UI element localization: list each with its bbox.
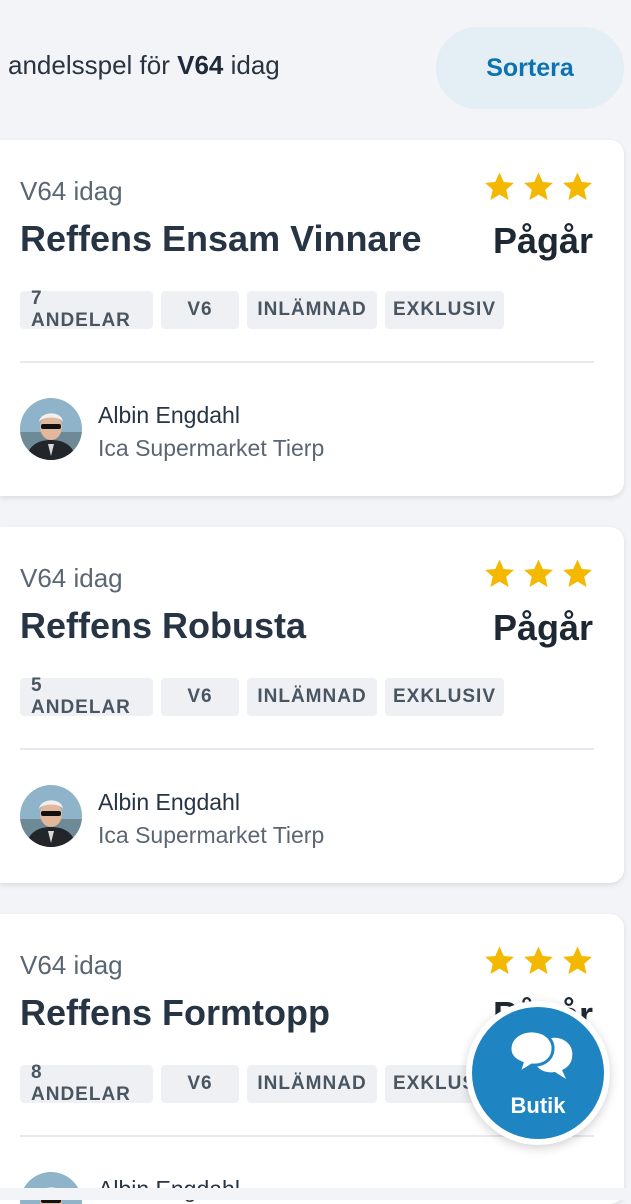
tag-exclusive: EXKLUSIV (385, 291, 504, 329)
sort-button[interactable]: Sortera (436, 27, 624, 109)
star-icon (524, 946, 553, 974)
rating-stars (483, 944, 594, 977)
card-title: Reffens Robusta (20, 605, 307, 646)
card-game: V64 idag (20, 176, 123, 206)
syndicate-card[interactable]: V64 idag Reffens Robusta Pågår 5 ANDELAR… (0, 527, 624, 883)
header-game: V64 (177, 50, 224, 80)
tag-shares: 5 ANDELAR (20, 675, 153, 718)
tag-list: 7 ANDELAR V6 INLÄMNAD EXKLUSIV (20, 288, 504, 331)
person-name: Albin Engdahl (98, 402, 240, 428)
chat-bubbles-icon (508, 1029, 573, 1079)
person-store: Ica Supermarket Tierp (98, 822, 325, 848)
rating-stars (483, 557, 594, 590)
tag-submitted: INLÄMNAD (247, 678, 377, 716)
header-suffix: idag (223, 50, 280, 80)
card-status: Pågår (492, 607, 593, 648)
star-icon (563, 172, 592, 200)
page-header: andelsspel för V64 idag Sortera (0, 0, 631, 130)
tag-list: 5 ANDELAR V6 INLÄMNAD EXKLUSIV (20, 675, 504, 718)
card-game: V64 idag (20, 563, 123, 593)
avatar (20, 398, 82, 460)
card-game: V64 idag (20, 950, 123, 980)
bottom-edge (0, 1188, 631, 1200)
tag-game-type: V6 (161, 291, 239, 329)
tag-game-type: V6 (161, 1065, 239, 1103)
star-icon (563, 559, 592, 587)
tag-submitted: INLÄMNAD (247, 1065, 377, 1103)
tag-shares: 8 ANDELAR (20, 1062, 153, 1105)
shop-chat-button[interactable]: Butik (466, 1001, 610, 1145)
person-name: Albin Engdahl (98, 789, 240, 815)
person-store: Ica Supermarket Tierp (98, 435, 325, 461)
card-title: Reffens Ensam Vinnare (20, 218, 422, 259)
star-icon (563, 946, 592, 974)
tag-list: 8 ANDELAR V6 INLÄMNAD EXKLUSIV (20, 1062, 504, 1105)
sort-button-label: Sortera (486, 53, 574, 82)
star-icon (524, 172, 553, 200)
divider (20, 748, 594, 750)
rating-stars (483, 170, 594, 203)
card-status: Pågår (492, 220, 593, 261)
star-icon (485, 559, 514, 587)
tag-exclusive: EXKLUSIV (385, 678, 504, 716)
tag-shares: 7 ANDELAR (20, 288, 153, 331)
syndicate-card[interactable]: V64 idag Reffens Ensam Vinnare Pågår 7 A… (0, 140, 624, 496)
divider (20, 361, 594, 363)
card-title: Reffens Formtopp (20, 992, 330, 1033)
shop-button-label: Butik (510, 1093, 566, 1118)
star-icon (524, 559, 553, 587)
star-icon (485, 172, 514, 200)
avatar (20, 785, 82, 847)
header-prefix: andelsspel för (8, 50, 178, 80)
tag-submitted: INLÄMNAD (247, 291, 377, 329)
tag-game-type: V6 (161, 678, 239, 716)
star-icon (485, 946, 514, 974)
header-title: andelsspel för V64 idag (8, 50, 280, 81)
